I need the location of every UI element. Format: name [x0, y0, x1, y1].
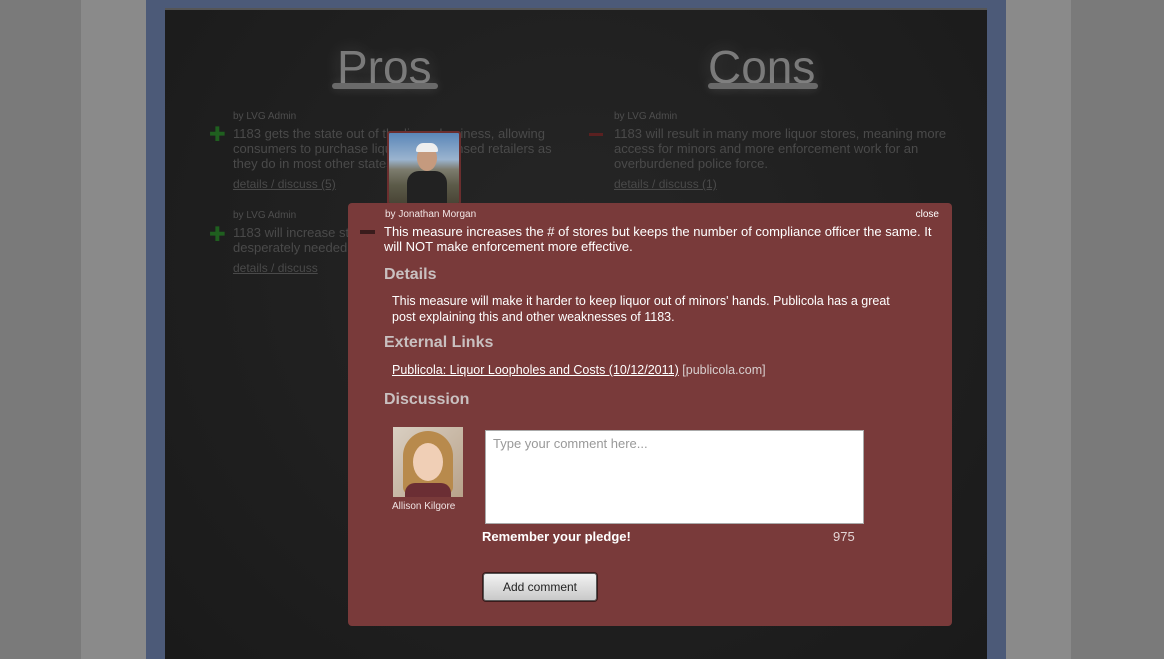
link-domain: [publicola.com]	[682, 363, 766, 377]
entry-text: 1183 will result in many more liquor sto…	[614, 126, 947, 171]
add-comment-button[interactable]: Add comment	[483, 573, 597, 601]
author-avatar	[387, 131, 461, 205]
commenter-name: Allison Kilgore	[392, 501, 456, 512]
discussion-heading: Discussion	[384, 391, 470, 408]
details-heading: Details	[384, 266, 437, 283]
plus-icon: ✚	[209, 224, 226, 246]
details-text: This measure will make it harder to keep…	[392, 294, 890, 324]
commenter-avatar	[393, 427, 463, 497]
point-detail-modal: by Jonathan Morgan close This measure in…	[348, 203, 952, 626]
cons-underline	[708, 83, 818, 89]
point-statement: This measure increases the # of stores b…	[384, 224, 932, 254]
details-discuss-link[interactable]: details / discuss (5)	[233, 177, 336, 191]
external-links-heading: External Links	[384, 334, 494, 351]
close-button[interactable]: close	[916, 209, 939, 220]
plus-icon: ✚	[209, 124, 226, 146]
comment-input[interactable]	[485, 430, 864, 524]
external-link-row: Publicola: Liquor Loopholes and Costs (1…	[392, 363, 766, 377]
minus-icon	[589, 133, 603, 136]
external-link[interactable]: Publicola: Liquor Loopholes and Costs (1…	[392, 363, 679, 377]
entry-author: by LVG Admin	[614, 111, 678, 122]
char-counter: 975	[833, 529, 855, 544]
pledge-reminder: Remember your pledge!	[482, 529, 631, 544]
pros-underline	[332, 83, 438, 89]
modal-author: by Jonathan Morgan	[385, 209, 477, 220]
entry-author: by LVG Admin	[233, 111, 297, 122]
con-entry: by LVG Admin 1183 will result in many mo…	[614, 111, 949, 193]
details-discuss-link[interactable]: details / discuss (1)	[614, 177, 717, 191]
details-discuss-link[interactable]: details / discuss	[233, 261, 318, 275]
minus-icon	[360, 230, 375, 234]
